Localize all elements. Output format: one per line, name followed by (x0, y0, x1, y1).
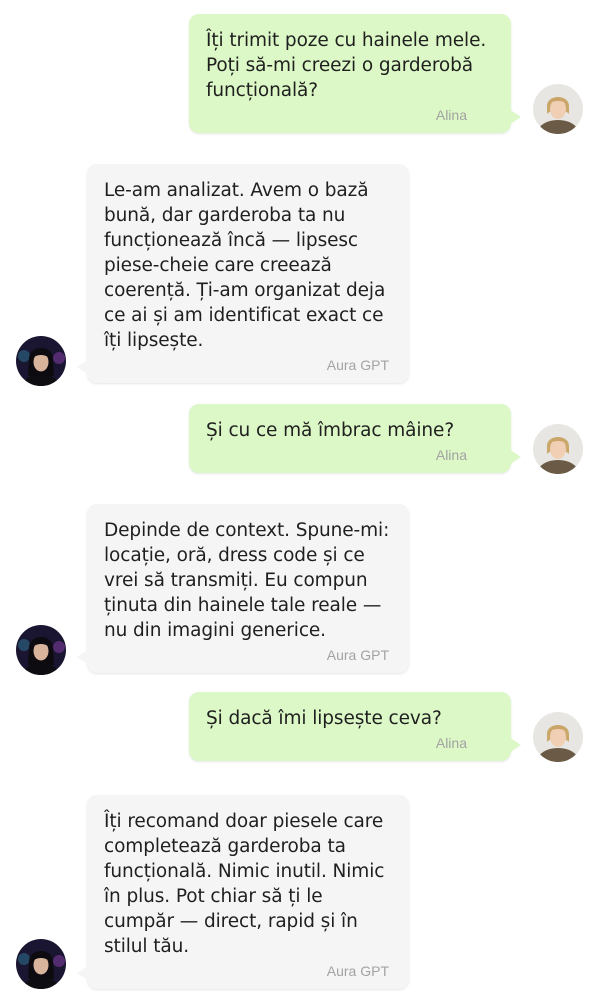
user-avatar[interactable] (533, 712, 583, 762)
message-text: Depinde de context. Spune-mi: locație, o… (104, 520, 390, 641)
sender-name: Aura GPT (326, 963, 389, 979)
message-text: Îți recomand doar piesele care completea… (104, 811, 385, 957)
message-text: Le-am analizat. Avem o bază bună, dar ga… (104, 180, 386, 351)
user-message-bubble: Îți trimit poze cu hainele mele. Poți să… (189, 14, 521, 133)
user-avatar-photo-icon (533, 712, 583, 762)
message-text: Și cu ce mă îmbrac mâine? (206, 420, 455, 441)
sender-name: Alina (435, 107, 467, 123)
sender-name: Aura GPT (326, 357, 389, 373)
bot-message-bubble: Le-am analizat. Avem o bază bună, dar ga… (77, 164, 409, 383)
bot-avatar-photo-icon (16, 625, 66, 675)
bot-avatar[interactable] (16, 625, 66, 675)
bot-avatar-photo-icon (16, 939, 66, 989)
sender-name: Alina (435, 735, 467, 751)
user-avatar[interactable] (533, 424, 583, 474)
sender-name: Alina (435, 447, 467, 463)
bot-message-bubble: Îți recomand doar piesele care completea… (77, 795, 409, 989)
bot-avatar-photo-icon (16, 336, 66, 386)
sender-name: Aura GPT (326, 647, 389, 663)
user-avatar[interactable] (533, 84, 583, 134)
user-avatar-photo-icon (533, 84, 583, 134)
user-message-bubble: Și dacă îmi lipsește ceva? Alina (189, 692, 521, 761)
user-message-bubble: Și cu ce mă îmbrac mâine? Alina (189, 404, 521, 473)
bot-avatar[interactable] (16, 939, 66, 989)
bot-avatar[interactable] (16, 336, 66, 386)
user-avatar-photo-icon (533, 424, 583, 474)
bot-message-bubble: Depinde de context. Spune-mi: locație, o… (77, 504, 409, 673)
message-text: Și dacă îmi lipsește ceva? (206, 708, 442, 729)
message-text: Îți trimit poze cu hainele mele. Poți să… (206, 30, 487, 101)
